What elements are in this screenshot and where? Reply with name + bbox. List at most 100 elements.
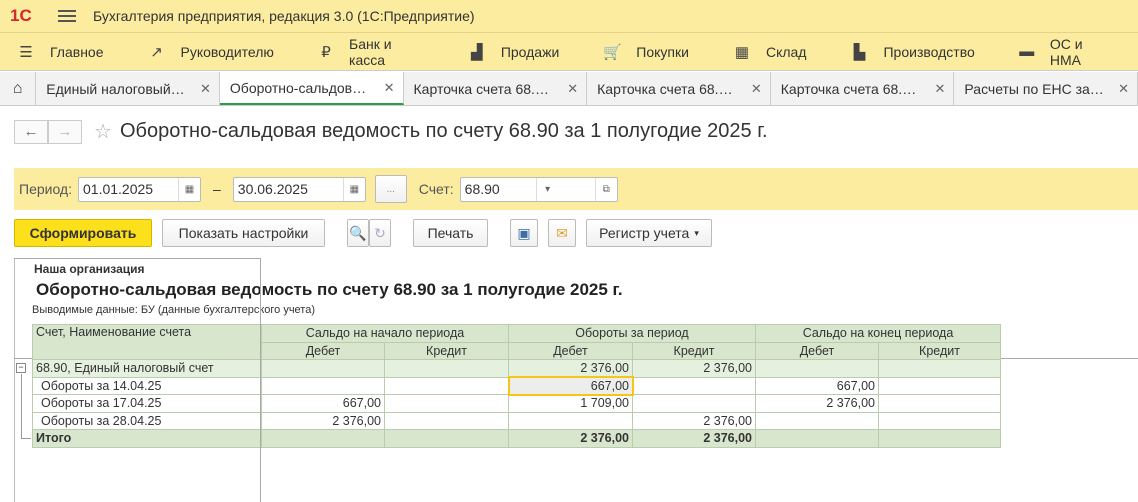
save-icon[interactable]: ▣ [510, 219, 538, 247]
menu-sales[interactable]: ▟ Продажи [451, 43, 559, 61]
amount-cell[interactable] [878, 411, 1001, 430]
tab-card-2[interactable]: Карточка счета 68.… ✕ [587, 72, 771, 105]
amount-cell[interactable] [632, 376, 756, 395]
cart-icon: 🛒 [602, 43, 622, 61]
header-opening: Сальдо на начало периода [261, 324, 509, 343]
amount-cell[interactable] [755, 429, 879, 448]
main-menu-icon[interactable] [58, 10, 76, 22]
amount-cell[interactable] [878, 429, 1001, 448]
amount-cell[interactable]: 667,00 [507, 376, 634, 396]
amount-cell[interactable] [384, 411, 509, 430]
menu-warehouse[interactable]: ▦ Склад [716, 43, 807, 61]
amount-cell[interactable] [755, 359, 879, 378]
amount-cell[interactable] [384, 359, 509, 378]
bag-icon: ▟ [471, 43, 483, 61]
amount-cell[interactable] [508, 411, 633, 430]
star-icon[interactable]: ☆ [94, 119, 112, 144]
amount-cell[interactable] [878, 394, 1001, 413]
amount-cell[interactable]: 667,00 [261, 394, 385, 413]
account-input[interactable]: 68.90 ▾ ⧉ [459, 176, 618, 202]
truck-icon: ▬ [1019, 43, 1035, 60]
menu-production[interactable]: ▙ Производство [833, 43, 975, 61]
close-icon[interactable]: ✕ [384, 80, 395, 96]
close-icon[interactable]: ✕ [567, 81, 578, 97]
period-label: Период: [19, 181, 72, 197]
tree-line [21, 374, 31, 439]
header-turnover: Обороты за период [508, 324, 756, 343]
row-name[interactable]: 68.90, Единый налоговый счет [32, 359, 262, 378]
close-icon[interactable]: ✕ [200, 81, 211, 97]
print-button[interactable]: Печать [413, 219, 488, 247]
close-icon[interactable]: ✕ [1118, 81, 1129, 97]
amount-cell[interactable]: 2 376,00 [261, 411, 385, 430]
calendar-icon[interactable]: ▦ [178, 177, 200, 201]
tab-card-1[interactable]: Карточка счета 68.… ✕ [404, 72, 588, 105]
amount-cell[interactable] [261, 376, 385, 395]
sections-menu: ☰ Главное ↗ Руководителю ₽ Банк и касса ▟ Пр… [0, 33, 1138, 71]
calendar-icon[interactable]: ▦ [342, 177, 365, 201]
tab-ens-calc[interactable]: Расчеты по ЕНС за… ✕ [954, 72, 1138, 105]
header-credit: Кредит [878, 341, 1001, 360]
period-select-button[interactable]: ... [374, 175, 407, 203]
report-table: Счет, Наименование счета Сальдо на начал… [32, 324, 1001, 448]
tab-ens[interactable]: Единый налоговый… ✕ [36, 72, 220, 105]
register-dropdown[interactable]: Регистр учета ▾ [586, 219, 712, 247]
tab-osv[interactable]: Оборотно-сальдов… ✕ [219, 72, 404, 105]
open-icon[interactable]: ⧉ [594, 177, 617, 201]
date-to-input[interactable]: 30.06.2025 ▦ [232, 176, 366, 202]
amount-cell[interactable]: 667,00 [755, 376, 879, 395]
close-icon[interactable]: ✕ [751, 81, 762, 97]
amount-cell[interactable] [878, 359, 1001, 378]
dropdown-icon[interactable]: ▾ [536, 177, 558, 201]
tab-card-3[interactable]: Карточка счета 68.… ✕ [771, 72, 955, 105]
amount-cell[interactable] [878, 376, 1001, 395]
amount-cell[interactable] [384, 376, 509, 395]
email-icon[interactable]: ✉ [548, 219, 576, 247]
amount-cell[interactable] [632, 394, 756, 413]
dropdown-icon: ▾ [694, 227, 699, 238]
amount-cell[interactable] [755, 411, 879, 430]
menu-main[interactable]: ☰ Главное [0, 43, 103, 61]
menu-bank[interactable]: ₽ Банк и касса [301, 36, 424, 68]
row-name[interactable]: Обороты за 17.04.25 [32, 394, 262, 413]
amount-cell[interactable]: 2 376,00 [632, 411, 756, 430]
collapse-icon[interactable]: − [16, 363, 26, 373]
output-data-note: Выводимые данные: БУ (данные бухгалтерск… [32, 304, 315, 316]
toolbar: Сформировать Показать настройки 🔍 ↻ Печа… [14, 219, 722, 247]
menu-assets[interactable]: ▬ ОС и НМА [1002, 36, 1111, 68]
row-name[interactable]: Обороты за 14.04.25 [32, 376, 262, 395]
show-settings-button[interactable]: Показать настройки [162, 219, 325, 247]
report-parameters: Период: 01.01.2025 ▦ – 30.06.2025 ▦ ... Сч… [14, 168, 1138, 210]
menu-manager[interactable]: ↗ Руководителю [131, 43, 274, 61]
nav-bar: ← → ☆ Оборотно-сальдовая ведомость по сч… [14, 119, 768, 144]
menu-icon: ☰ [19, 43, 33, 61]
row-name[interactable]: Итого [32, 429, 262, 448]
forward-button[interactable]: → [48, 119, 82, 144]
warehouse-icon: ▦ [734, 43, 750, 61]
amount-cell[interactable]: 2 376,00 [755, 394, 879, 413]
home-icon[interactable]: ⌂ [0, 72, 37, 105]
amount-cell[interactable]: 2 376,00 [508, 359, 633, 378]
amount-cell[interactable] [261, 359, 385, 378]
row-name[interactable]: Обороты за 28.04.25 [32, 411, 262, 430]
organization-name: Наша организация [34, 262, 145, 276]
amount-cell[interactable]: 2 376,00 [632, 359, 756, 378]
group-row: 68.90, Единый налоговый счет 2 376,00 2 37… [32, 359, 1001, 378]
amount-cell[interactable]: 1 709,00 [508, 394, 633, 413]
amount-cell[interactable] [384, 429, 509, 448]
ruble-icon: ₽ [321, 43, 331, 61]
date-from-input[interactable]: 01.01.2025 ▦ [78, 176, 201, 202]
amount-cell[interactable] [261, 429, 385, 448]
generate-button[interactable]: Сформировать [14, 219, 152, 247]
factory-icon: ▙ [853, 43, 866, 61]
amount-cell[interactable] [384, 394, 509, 413]
header-credit: Кредит [384, 341, 509, 360]
menu-purchases[interactable]: 🛒 Покупки [586, 43, 689, 61]
search-icon[interactable]: 🔍 [347, 219, 369, 247]
account-label: Счет: [418, 181, 454, 197]
close-icon[interactable]: ✕ [935, 81, 946, 97]
amount-cell[interactable]: 2 376,00 [508, 429, 633, 448]
back-button[interactable]: ← [14, 119, 48, 144]
search-refresh-icon[interactable]: ↻ [369, 219, 391, 247]
amount-cell[interactable]: 2 376,00 [632, 429, 756, 448]
